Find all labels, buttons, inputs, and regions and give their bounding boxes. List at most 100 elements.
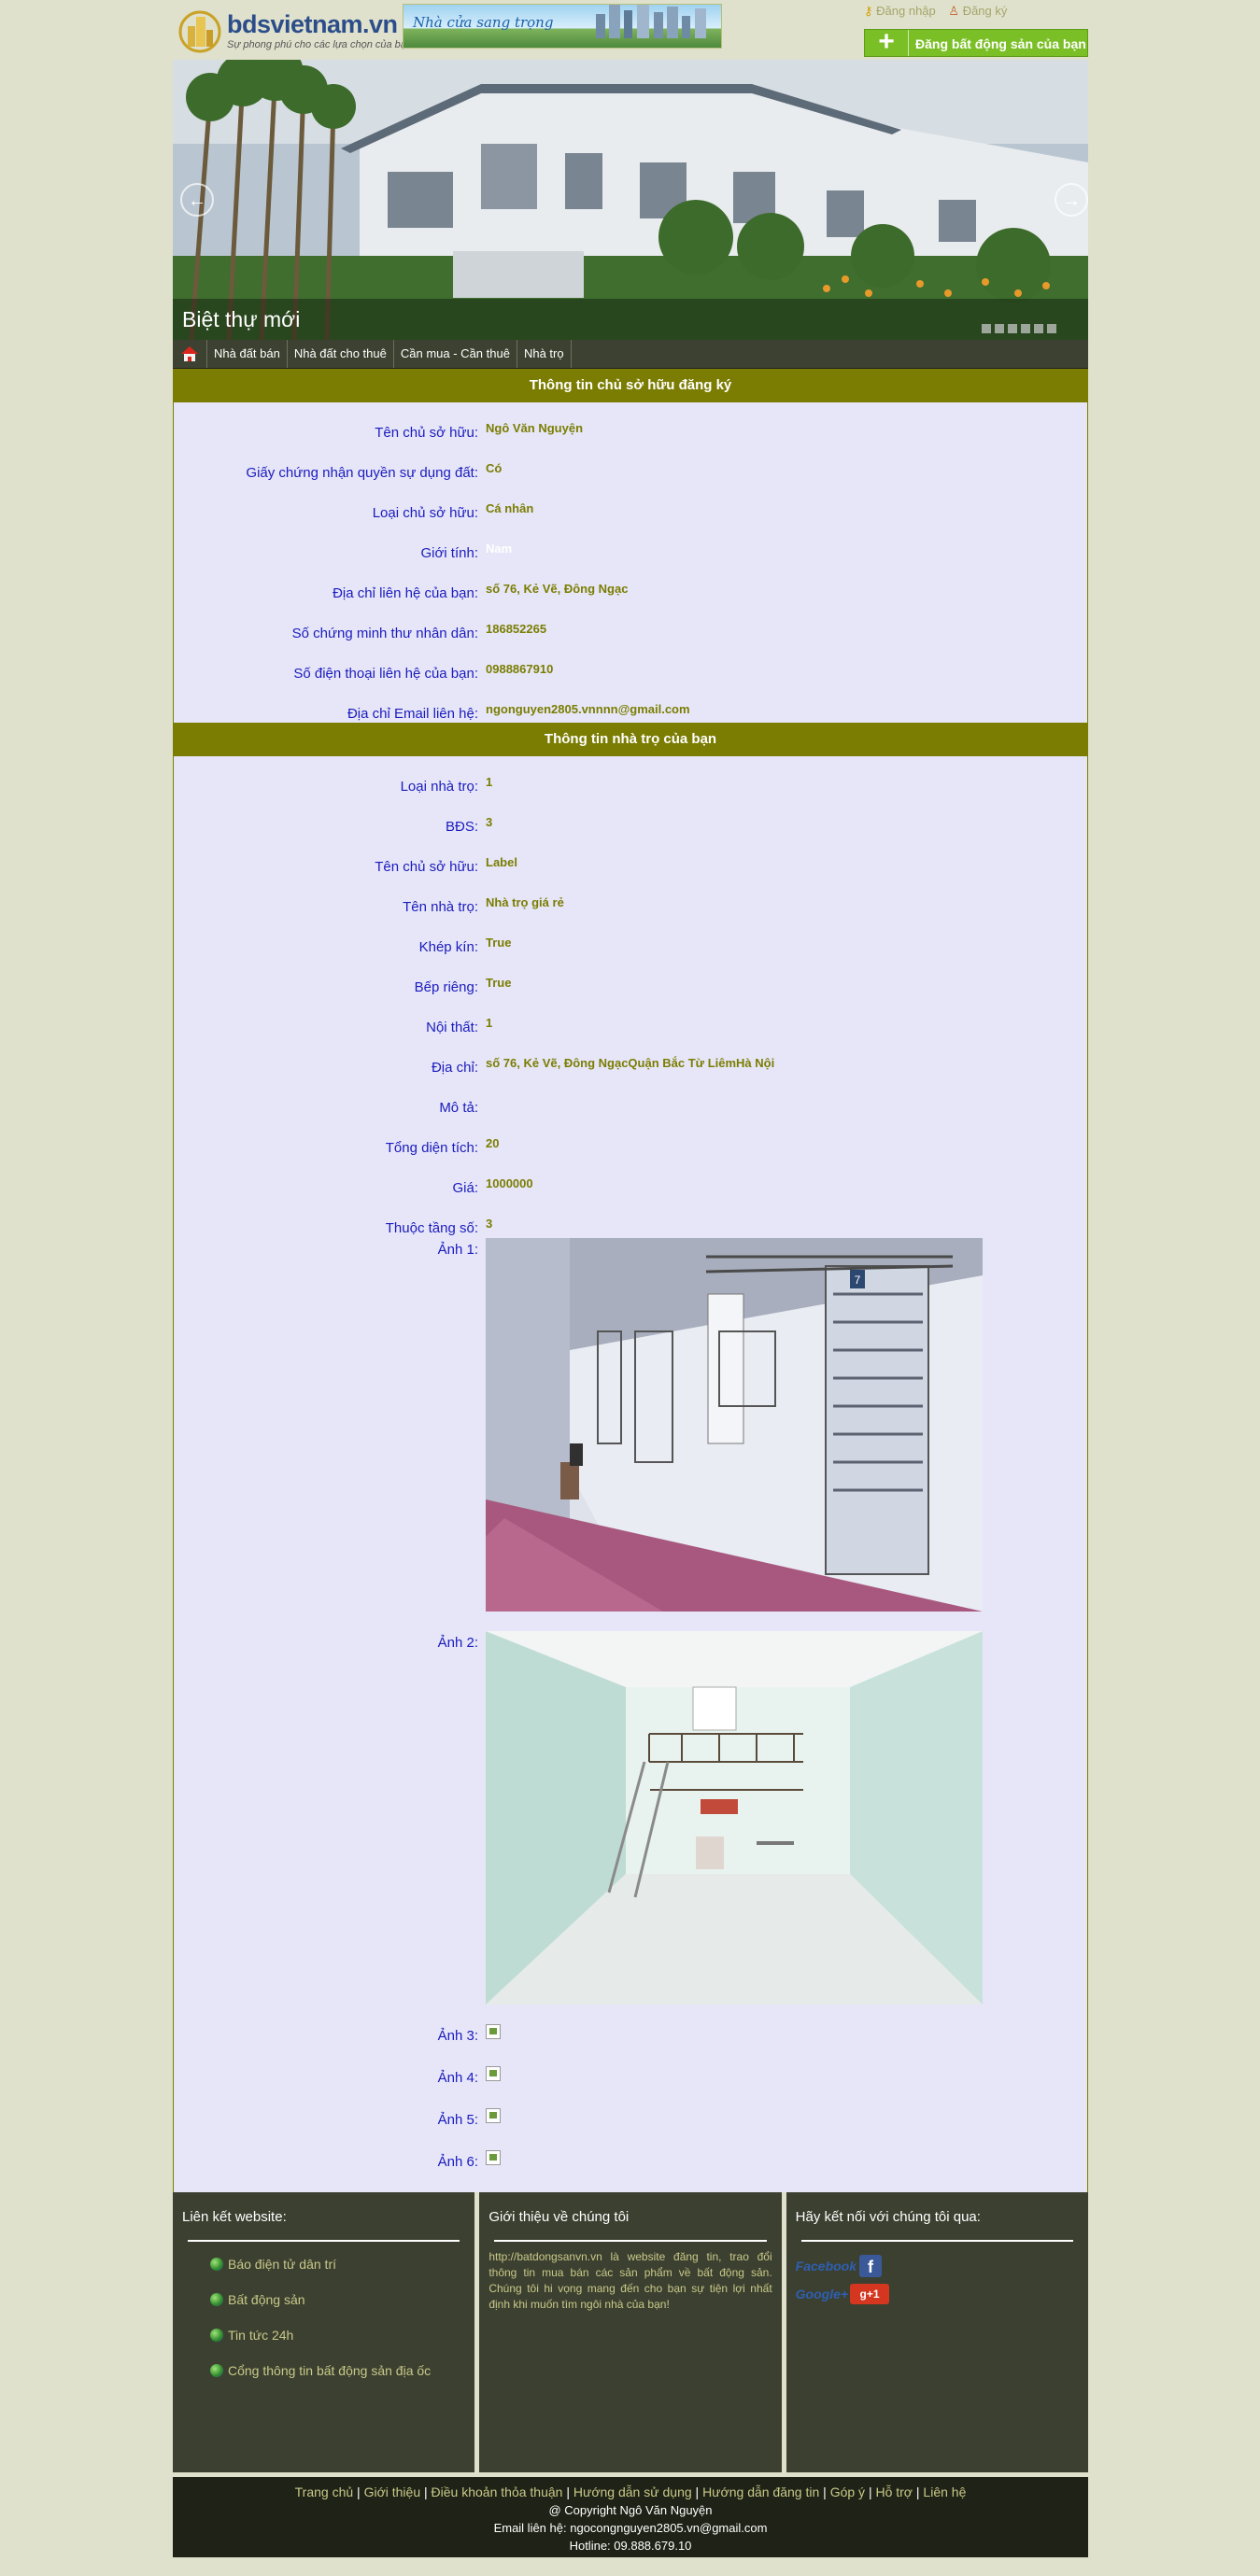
photo-2[interactable] bbox=[486, 1631, 983, 2005]
broken-image-icon[interactable] bbox=[486, 2066, 501, 2081]
hero-slider[interactable]: ← → Biệt thự mới bbox=[173, 60, 1088, 340]
login-link[interactable]: ⚷ Đăng nhập bbox=[864, 4, 939, 18]
field-label: Nội thất: bbox=[426, 1020, 478, 1035]
photo-label: Ảnh 5: bbox=[437, 2112, 478, 2128]
footer-bottom: Trang chủ | Giới thiệu | Điều khoản thỏa… bbox=[173, 2477, 1088, 2557]
nav-item-rent[interactable]: Nhà đất cho thuê bbox=[288, 340, 394, 368]
house-field-row: Loại nhà trọ: 1 bbox=[174, 756, 1087, 796]
owner-info-panel: Tên chủ sở hữu: Ngô Văn Nguyện Giấy chứn… bbox=[173, 402, 1088, 723]
facebook-label: Facebook bbox=[795, 2259, 857, 2273]
slider-dot[interactable] bbox=[995, 324, 1004, 333]
field-label: Tổng diện tích: bbox=[385, 1140, 478, 1156]
main-nav: Nhà đất bán Nhà đất cho thuê Cần mua - C… bbox=[173, 340, 1088, 369]
footer-link[interactable]: Tin tức 24h bbox=[210, 2328, 465, 2343]
field-value: Cá nhân bbox=[486, 501, 534, 515]
google-plus-icon: g+1 bbox=[850, 2284, 890, 2304]
broken-image-icon[interactable] bbox=[486, 2150, 501, 2165]
field-value: Nam bbox=[486, 542, 513, 556]
footer-nav-home[interactable]: Trang chủ bbox=[295, 2485, 354, 2499]
key-icon: ⚷ bbox=[864, 4, 873, 18]
register-link[interactable]: ♙ Đăng ký bbox=[948, 4, 1007, 18]
slider-dot[interactable] bbox=[982, 324, 991, 333]
field-label: Mô tả: bbox=[439, 1100, 478, 1116]
footer-link[interactable]: Báo điện tử dân trí bbox=[210, 2257, 465, 2272]
header-banner[interactable]: Nhà cửa sang trọng bbox=[403, 4, 722, 49]
field-value: True bbox=[486, 976, 512, 990]
field-value: Label bbox=[486, 855, 517, 869]
slider-dot[interactable] bbox=[1021, 324, 1030, 333]
banner-text: Nhà cửa sang trọng bbox=[413, 14, 554, 31]
owner-field-row: Tên chủ sở hữu: Ngô Văn Nguyện bbox=[174, 402, 1087, 443]
google-plus-label: Google+ bbox=[795, 2287, 849, 2302]
footer-bottom-links: Trang chủ | Giới thiệu | Điều khoản thỏa… bbox=[173, 2485, 1088, 2499]
footer-link[interactable]: Bất động sản bbox=[210, 2292, 465, 2307]
social-links: Facebook f Google+ g+1 bbox=[796, 2255, 1079, 2304]
separator: | bbox=[357, 2485, 361, 2499]
slider-dot[interactable] bbox=[1047, 324, 1056, 333]
facebook-link[interactable]: Facebook f bbox=[796, 2255, 1079, 2277]
house-field-row: Mô tả: bbox=[174, 1077, 1087, 1118]
footer-nav-terms[interactable]: Điều khoản thỏa thuận bbox=[432, 2485, 563, 2499]
footer-about-text: http://batdongsanvn.vn là website đăng t… bbox=[488, 2250, 772, 2311]
field-label: Địa chỉ: bbox=[431, 1060, 478, 1076]
field-label: Thuộc tầng số: bbox=[385, 1220, 478, 1236]
house-field-row: Tên nhà trọ: Nhà trọ giá rẻ bbox=[174, 877, 1087, 917]
footer-nav-contact[interactable]: Liên hệ bbox=[923, 2485, 966, 2499]
footer-link[interactable]: Cổng thông tin bất động sản địa ốc bbox=[210, 2363, 465, 2378]
photo-label: Ảnh 3: bbox=[437, 2028, 478, 2044]
footer-social-column: Hãy kết nối với chúng tôi qua: Facebook … bbox=[786, 2192, 1088, 2472]
google-plus-link[interactable]: Google+ g+1 bbox=[796, 2284, 1079, 2304]
photo-row: Ảnh 3: bbox=[174, 2024, 1087, 2066]
logo-name: bdsvietnam.vn bbox=[227, 10, 398, 38]
owner-field-row: Số điện thoại liên hệ của bạn: 098886791… bbox=[174, 643, 1087, 683]
field-label: BĐS: bbox=[445, 819, 478, 835]
footer-links-title: Liên kết website: bbox=[182, 2209, 287, 2225]
globe-icon bbox=[210, 2329, 223, 2342]
field-label: Loại nhà trọ: bbox=[400, 779, 478, 795]
field-label: Tên nhà trọ: bbox=[403, 899, 478, 915]
separator: | bbox=[868, 2485, 872, 2499]
slider-dot[interactable] bbox=[1034, 324, 1043, 333]
globe-icon bbox=[210, 2293, 223, 2306]
post-property-button[interactable]: + Đăng bất động sản của bạn bbox=[864, 28, 1088, 57]
owner-field-row: Địa chỉ Email liên hệ: ngonguyen2805.vnn… bbox=[174, 683, 1087, 723]
copyright: @ Copyright Ngô Văn Nguyện bbox=[548, 2503, 713, 2517]
owner-field-row: Địa chỉ liên hệ của bạn: số 76, Kẻ Vẽ, Đ… bbox=[174, 563, 1087, 603]
divider bbox=[494, 2240, 767, 2242]
field-value: 3 bbox=[486, 1217, 493, 1231]
house-field-row: BĐS: 3 bbox=[174, 796, 1087, 837]
photo-label: Ảnh 1: bbox=[437, 1242, 478, 1258]
field-label: Tên chủ sở hữu: bbox=[375, 859, 478, 875]
slider-dot[interactable] bbox=[1008, 324, 1017, 333]
house-field-row: Nội thất: 1 bbox=[174, 997, 1087, 1037]
broken-image-icon[interactable] bbox=[486, 2108, 501, 2123]
site-logo[interactable]: bdsvietnam.vn Sự phong phú cho các lựa c… bbox=[178, 6, 412, 54]
photo-row: Ảnh 5: bbox=[174, 2108, 1087, 2150]
footer-nav-feedback[interactable]: Góp ý bbox=[830, 2485, 865, 2499]
photo-1[interactable]: 7 bbox=[486, 1238, 983, 1612]
nav-item-sale[interactable]: Nhà đất bán bbox=[207, 340, 288, 368]
globe-icon bbox=[210, 2258, 223, 2271]
field-value: Có bbox=[486, 461, 503, 475]
broken-image-icon[interactable] bbox=[486, 2024, 501, 2039]
nav-item-boarding-house[interactable]: Nhà trọ bbox=[517, 340, 572, 368]
footer-about-column: Giới thiệu về chúng tôi http://batdongsa… bbox=[479, 2192, 782, 2472]
slider-next-arrow[interactable]: → bbox=[1055, 183, 1088, 217]
field-label: Loại chủ sở hữu: bbox=[372, 505, 478, 521]
nav-item-wanted[interactable]: Cần mua - Cần thuê bbox=[394, 340, 517, 368]
footer-social-title: Hãy kết nối với chúng tôi qua: bbox=[795, 2209, 981, 2225]
field-value: số 76, Kẻ Vẽ, Đông Ngạc bbox=[486, 582, 629, 596]
plus-icon: + bbox=[865, 28, 909, 56]
footer-nav-about[interactable]: Giới thiệu bbox=[364, 2485, 421, 2499]
footer-nav-usage-guide[interactable]: Hướng dẫn sử dụng bbox=[573, 2485, 692, 2499]
hotline: Hotline: 09.888.679.10 bbox=[569, 2539, 692, 2553]
house-field-row: Địa chỉ: số 76, Kẻ Vẽ, Đông NgạcQuận Bắc… bbox=[174, 1037, 1087, 1077]
field-label: Giấy chứng nhận quyền sự dụng đất: bbox=[246, 465, 478, 481]
footer-link-label: Tin tức 24h bbox=[228, 2328, 294, 2343]
footer-nav-posting-guide[interactable]: Hướng dẫn đăng tin bbox=[702, 2485, 819, 2499]
field-label: Địa chỉ liên hệ của bạn: bbox=[333, 585, 478, 601]
field-label: Giá: bbox=[452, 1180, 478, 1196]
slider-prev-arrow[interactable]: ← bbox=[180, 183, 214, 217]
nav-home[interactable] bbox=[173, 340, 207, 368]
footer-nav-support[interactable]: Hỗ trợ bbox=[875, 2485, 913, 2499]
